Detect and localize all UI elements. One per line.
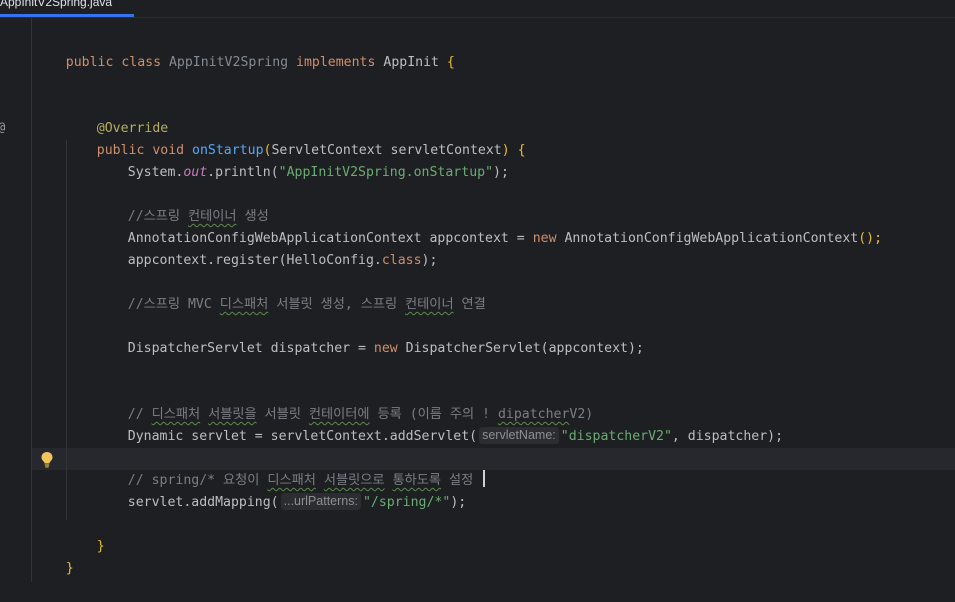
indent-guide bbox=[66, 140, 67, 520]
code-line-appcontext-new: AnnotationConfigWebApplicationContext ap… bbox=[127, 231, 883, 246]
code-line-println: System.out.println("AppInitV2Spring.onSt… bbox=[127, 165, 509, 180]
code-line-annotation: @Override bbox=[96, 121, 169, 136]
lightbulb-icon[interactable] bbox=[40, 451, 54, 469]
code-line-class-declaration: public class AppInitV2Spring implements … bbox=[65, 55, 455, 70]
parameter-hint-servletname: servletName: bbox=[479, 427, 559, 444]
override-method-icon[interactable]: @ bbox=[0, 120, 5, 134]
code-line-addservlet: Dynamic servlet = servletContext.addServ… bbox=[127, 427, 784, 444]
code-line-method-signature: public void onStartup(ServletContext ser… bbox=[96, 143, 526, 158]
editor-tab-bar: AppInitV2Spring.java bbox=[0, 0, 955, 18]
code-line-class-close: } bbox=[65, 561, 74, 576]
code-line-comment-register: // 디스패처 서블릿을 서블릿 컨테이터에 등록 (이름 주의 ! dipat… bbox=[127, 407, 594, 422]
tab-appinitv2spring[interactable]: AppInitV2Spring.java bbox=[0, 0, 134, 13]
code-line-comment-mvc: //스프링 MVC 디스패처 서블릿 생성, 스프링 컨테이너 연결 bbox=[127, 297, 486, 312]
code-line-comment-mapping: // spring/* 요청이 디스패처 서블릿으로 통하도록 설정 bbox=[96, 448, 486, 488]
active-tab-indicator bbox=[0, 14, 134, 17]
tab-label: AppInitV2Spring.java bbox=[0, 0, 113, 9]
code-line-comment-container: //스프링 컨테이너 생성 bbox=[127, 209, 269, 224]
parameter-hint-urlpatterns: ...urlPatterns: bbox=[280, 493, 361, 510]
code-line-addmapping: servlet.addMapping(...urlPatterns: "/spri… bbox=[127, 493, 467, 510]
code-line-dispatcher-new: DispatcherServlet dispatcher = new Dispa… bbox=[127, 341, 644, 356]
code-line-method-close: } bbox=[96, 539, 105, 554]
code-line-register: appcontext.register(HelloConfig.class); bbox=[127, 253, 438, 268]
line-gutter: @ bbox=[0, 18, 32, 582]
text-caret bbox=[483, 470, 486, 487]
